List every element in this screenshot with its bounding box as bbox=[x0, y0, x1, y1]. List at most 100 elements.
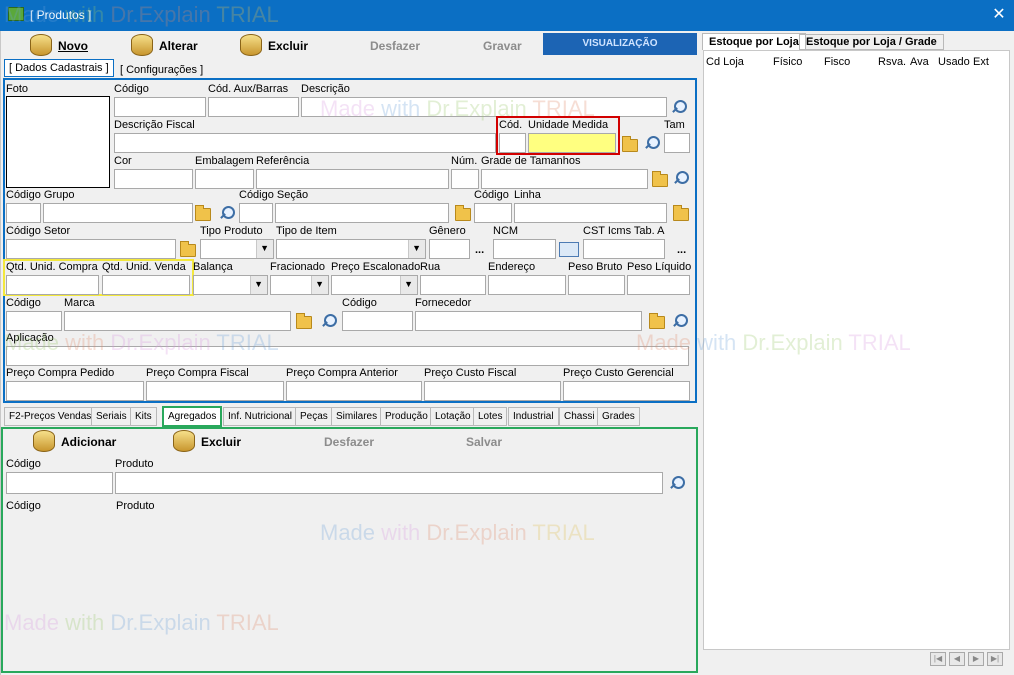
tab-inf-nutricional[interactable]: Inf. Nutricional bbox=[223, 407, 297, 426]
preco-custo-gerencial-field[interactable] bbox=[563, 381, 690, 401]
codigo-fornecedor-field[interactable] bbox=[342, 311, 413, 331]
next-record-icon[interactable]: ▶ bbox=[968, 652, 984, 666]
search-icon[interactable] bbox=[670, 99, 688, 117]
folder-icon[interactable] bbox=[649, 313, 665, 329]
alterar-button[interactable]: Alterar bbox=[131, 34, 198, 56]
preco-escalonado-select[interactable]: ▼ bbox=[331, 275, 418, 295]
tab-chassi[interactable]: Chassi bbox=[559, 407, 600, 426]
prev-record-icon[interactable]: ◀ bbox=[949, 652, 965, 666]
close-icon[interactable]: ✕ bbox=[988, 4, 1010, 26]
search-icon[interactable] bbox=[668, 475, 686, 493]
grade-tamanhos-field[interactable] bbox=[481, 169, 648, 189]
cod-unidade-field[interactable] bbox=[499, 133, 526, 153]
tab-lotes[interactable]: Lotes bbox=[473, 407, 508, 426]
fracionado-select[interactable]: ▼ bbox=[270, 275, 329, 295]
genero-browse-button[interactable]: ... bbox=[475, 244, 484, 256]
aplicacao-field[interactable] bbox=[6, 346, 689, 366]
balanca-select[interactable]: ▼ bbox=[193, 275, 268, 295]
endereco-field[interactable] bbox=[488, 275, 566, 295]
last-record-icon[interactable]: ▶| bbox=[987, 652, 1003, 666]
tab-precos-vendas[interactable]: F2-Preços Vendas bbox=[4, 407, 97, 426]
folder-icon[interactable] bbox=[652, 171, 668, 187]
tab-pecas[interactable]: Peças bbox=[295, 407, 333, 426]
tab-similares[interactable]: Similares bbox=[331, 407, 383, 426]
tab-seriais[interactable]: Seriais bbox=[91, 407, 132, 426]
search-icon[interactable] bbox=[320, 313, 338, 331]
tab-configuracoes[interactable]: [ Configurações ] bbox=[116, 62, 207, 78]
estoque-grid[interactable] bbox=[703, 50, 1010, 650]
cor-field[interactable] bbox=[114, 169, 193, 189]
folder-icon[interactable] bbox=[455, 205, 471, 221]
foto-label: Foto bbox=[6, 83, 29, 95]
adicionar-button[interactable]: Adicionar bbox=[33, 430, 116, 452]
search-icon[interactable] bbox=[643, 135, 661, 153]
preco-compra-pedido-field[interactable] bbox=[6, 381, 144, 401]
unidade-medida-field[interactable] bbox=[528, 133, 616, 153]
gravar-button[interactable]: Gravar bbox=[455, 36, 522, 56]
preco-compra-anterior-field[interactable] bbox=[286, 381, 422, 401]
search-icon[interactable] bbox=[672, 170, 690, 188]
descricao-field[interactable] bbox=[301, 97, 667, 117]
peso-liquido-field[interactable] bbox=[627, 275, 690, 295]
tab-agregados[interactable]: Agregados bbox=[162, 406, 223, 427]
agregados-produto-field[interactable] bbox=[115, 472, 663, 494]
tab-lotacao[interactable]: Lotação bbox=[430, 407, 476, 426]
num-field[interactable] bbox=[451, 169, 479, 189]
folder-icon[interactable] bbox=[673, 205, 689, 221]
tab-producao[interactable]: Produção bbox=[380, 407, 433, 426]
tab-grades[interactable]: Grades bbox=[597, 407, 640, 426]
photo-box[interactable] bbox=[6, 96, 110, 188]
tam-field[interactable] bbox=[664, 133, 690, 153]
grupo-field[interactable] bbox=[43, 203, 193, 223]
cod-aux-field[interactable] bbox=[208, 97, 299, 117]
codigo-setor-field[interactable] bbox=[6, 239, 176, 259]
tab-dados-cadastrais[interactable]: [ Dados Cadastrais ] bbox=[4, 59, 114, 77]
peso-bruto-field[interactable] bbox=[568, 275, 625, 295]
ncm-lookup-icon[interactable] bbox=[559, 242, 579, 257]
novo-button[interactable]: Novo bbox=[30, 34, 88, 56]
folder-icon[interactable] bbox=[296, 313, 312, 329]
window-title: [ Produtos ] bbox=[30, 8, 92, 22]
agregados-salvar-button[interactable]: Salvar bbox=[438, 432, 502, 452]
linha-field[interactable] bbox=[514, 203, 667, 223]
preco-custo-fiscal-field[interactable] bbox=[424, 381, 561, 401]
fornecedor-field[interactable] bbox=[415, 311, 642, 331]
folder-icon[interactable] bbox=[195, 205, 211, 221]
excluir-button[interactable]: Excluir bbox=[240, 34, 308, 56]
codigo-secao-field[interactable] bbox=[239, 203, 273, 223]
folder-icon[interactable] bbox=[622, 136, 638, 152]
qtd-unid-compra-field[interactable] bbox=[6, 275, 99, 295]
first-record-icon[interactable]: |◀ bbox=[930, 652, 946, 666]
agregados-desfazer-button[interactable]: Desfazer bbox=[296, 432, 374, 452]
embalagem-field[interactable] bbox=[195, 169, 254, 189]
agregados-codigo-field[interactable] bbox=[6, 472, 113, 494]
cst-icms-field[interactable] bbox=[583, 239, 665, 259]
ncm-field[interactable] bbox=[493, 239, 556, 259]
qtd-unid-venda-field[interactable] bbox=[102, 275, 190, 295]
visualizacao-tab[interactable]: VISUALIZAÇÃO bbox=[543, 33, 697, 55]
ncm-label: NCM bbox=[493, 225, 519, 237]
preco-compra-fiscal-field[interactable] bbox=[146, 381, 284, 401]
tab-kits[interactable]: Kits bbox=[130, 407, 157, 426]
folder-icon[interactable] bbox=[180, 241, 196, 257]
rua-field[interactable] bbox=[420, 275, 486, 295]
agregados-excluir-button[interactable]: Excluir bbox=[173, 430, 241, 452]
desfazer-button[interactable]: Desfazer bbox=[342, 36, 420, 56]
search-icon[interactable] bbox=[218, 205, 236, 223]
codigo-grupo-field[interactable] bbox=[6, 203, 41, 223]
cst-browse-button[interactable]: ... bbox=[677, 244, 686, 256]
tab-industrial[interactable]: Industrial bbox=[508, 407, 559, 426]
codigo-marca-field[interactable] bbox=[6, 311, 62, 331]
codigo-linha-field[interactable] bbox=[474, 203, 512, 223]
marca-field[interactable] bbox=[64, 311, 291, 331]
search-icon[interactable] bbox=[671, 313, 689, 331]
tipo-produto-select[interactable]: ▼ bbox=[200, 239, 274, 259]
tab-estoque-loja-grade[interactable]: Estoque por Loja / Grade bbox=[799, 34, 944, 50]
genero-field[interactable] bbox=[429, 239, 470, 259]
tipo-item-select[interactable]: ▼ bbox=[276, 239, 426, 259]
referencia-field[interactable] bbox=[256, 169, 449, 189]
tab-estoque-loja[interactable]: Estoque por Loja bbox=[702, 33, 806, 50]
descricao-fiscal-field[interactable] bbox=[114, 133, 496, 153]
secao-field[interactable] bbox=[275, 203, 449, 223]
codigo-field[interactable] bbox=[114, 97, 206, 117]
